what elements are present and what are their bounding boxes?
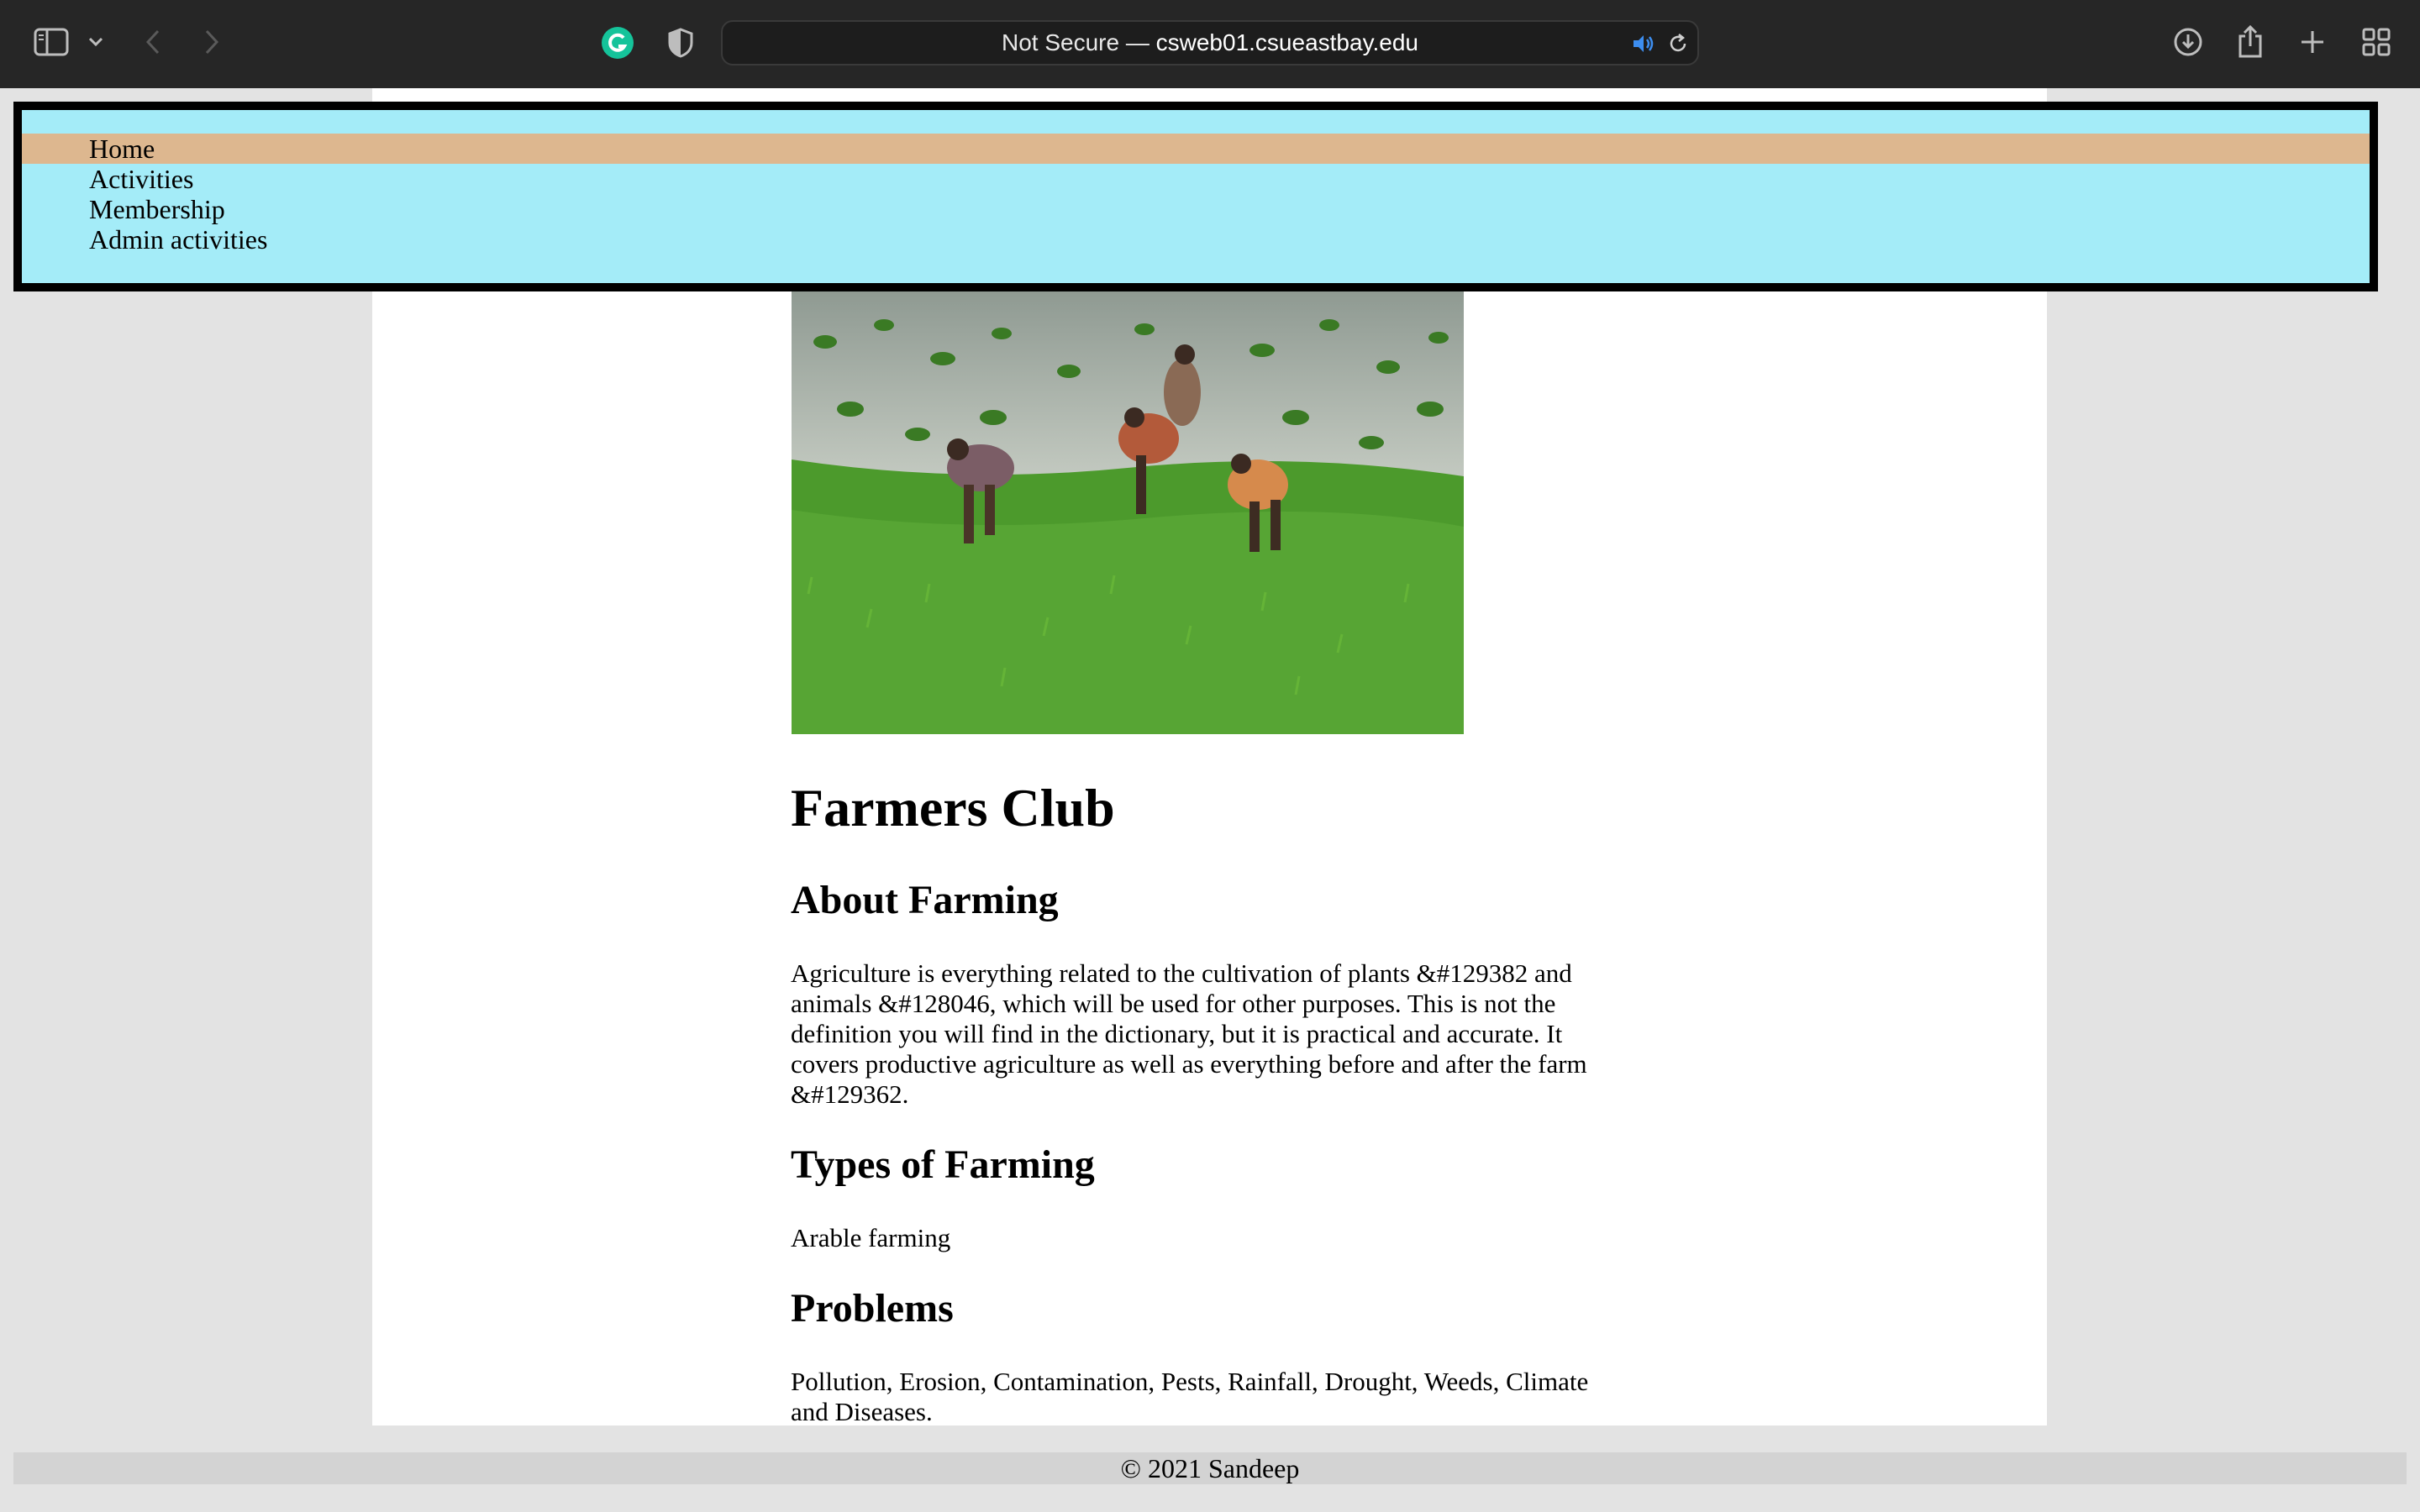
address-text: Not Secure — csweb01.csueastbay.edu (723, 22, 1697, 64)
problems-section: Problems (791, 1285, 1631, 1332)
about-section: About Farming (791, 877, 1631, 924)
audio-playing-icon[interactable] (1630, 31, 1657, 56)
share-icon[interactable] (2235, 22, 2265, 60)
problems-heading: Problems (791, 1286, 954, 1331)
privacy-shield-icon[interactable] (664, 25, 697, 60)
reload-icon[interactable] (1665, 31, 1691, 56)
types-section: Types of Farming (791, 1142, 1631, 1189)
nav-item-admin-activities[interactable]: Admin activities (22, 224, 2370, 255)
grammarly-icon[interactable] (600, 25, 635, 60)
nav-item-home[interactable]: Home (22, 134, 2370, 164)
about-text-block: Agriculture is everything related to the… (791, 958, 1614, 1110)
nav-list: Home Activities Membership Admin activit… (22, 134, 2370, 255)
nav-item-membership[interactable]: Membership (22, 194, 2370, 224)
types-text-block: Arable farming (791, 1223, 1631, 1253)
browser-toolbar: Not Secure — csweb01.csueastbay.edu (0, 0, 2420, 88)
chevron-down-icon[interactable] (86, 32, 106, 52)
types-heading: Types of Farming (791, 1142, 1095, 1187)
text-column: Farmers Club (791, 777, 1631, 839)
address-bar[interactable]: Not Secure — csweb01.csueastbay.edu (721, 20, 1699, 66)
web-page: Home Activities Membership Admin activit… (0, 88, 2420, 1512)
types-text: Arable farming (791, 1223, 951, 1252)
problems-text-block: Pollution, Erosion, Contamination, Pests… (791, 1367, 1614, 1427)
address-host: csweb01.csueastbay.edu (1155, 29, 1418, 55)
forward-icon[interactable] (200, 25, 224, 59)
main-navigation: Home Activities Membership Admin activit… (13, 102, 2378, 291)
security-status: Not Secure — (1002, 29, 1156, 55)
farming-hero-image (792, 291, 1464, 734)
back-icon[interactable] (141, 25, 165, 59)
new-tab-icon[interactable] (2297, 25, 2328, 59)
page-footer: © 2021 Sandeep (13, 1452, 2407, 1484)
about-text: Agriculture is everything related to the… (791, 958, 1587, 1109)
problems-text: Pollution, Erosion, Contamination, Pests… (791, 1367, 1589, 1426)
tab-overview-icon[interactable] (2360, 25, 2393, 59)
downloads-icon[interactable] (2171, 25, 2205, 59)
page-title: Farmers Club (791, 778, 1115, 837)
sidebar-toggle-icon[interactable] (32, 25, 71, 59)
nav-item-activities[interactable]: Activities (22, 164, 2370, 194)
about-heading: About Farming (791, 878, 1059, 922)
